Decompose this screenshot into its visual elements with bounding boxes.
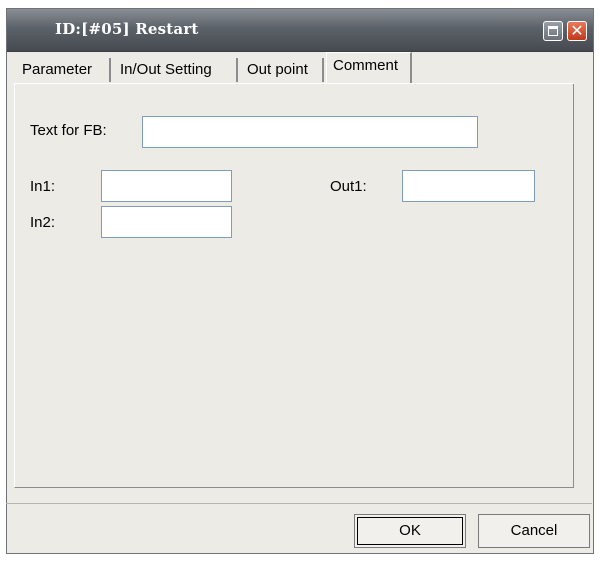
maximize-button[interactable]: [543, 21, 563, 41]
tab-parameter[interactable]: Parameter: [16, 58, 111, 82]
close-button[interactable]: ✕: [567, 21, 587, 41]
out1-field[interactable]: [402, 170, 535, 202]
close-icon: ✕: [570, 21, 584, 40]
text-for-fb-label: Text for FB:: [30, 122, 107, 139]
in1-label: In1:: [30, 178, 56, 195]
text-for-fb-field[interactable]: [142, 116, 478, 148]
out1-label: Out1:: [330, 178, 367, 195]
in2-label: In2:: [30, 214, 56, 231]
tab-out-point[interactable]: Out point: [241, 58, 324, 82]
tab-comment[interactable]: Comment: [326, 52, 412, 84]
maximize-icon: [548, 26, 558, 36]
window-title: ID:[#05] Restart: [55, 20, 199, 38]
title-bar[interactable]: ID:[#05] Restart ✕: [7, 9, 593, 52]
ok-button[interactable]: OK: [354, 514, 466, 548]
tab-in-out-setting[interactable]: In/Out Setting: [114, 58, 238, 82]
button-bar-separator: [6, 503, 592, 504]
in2-field[interactable]: [101, 206, 232, 238]
in1-field[interactable]: [101, 170, 232, 202]
cancel-button[interactable]: Cancel: [478, 514, 590, 548]
